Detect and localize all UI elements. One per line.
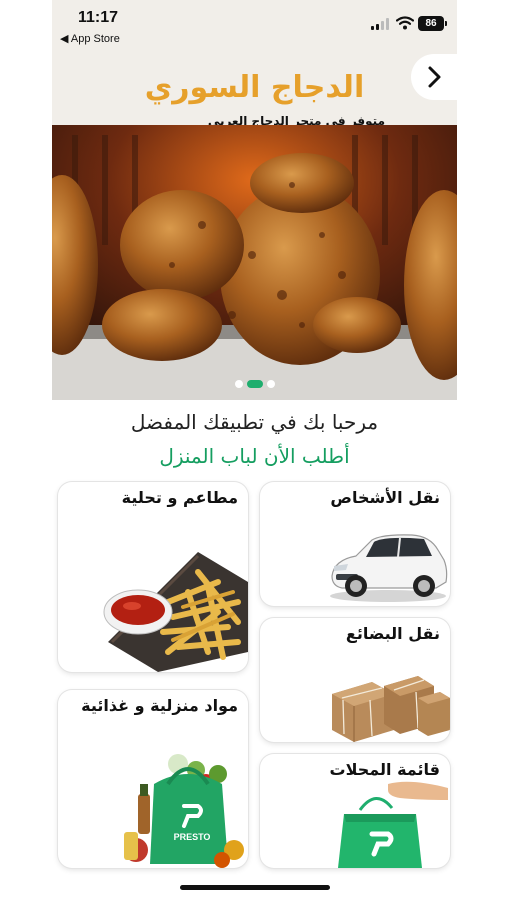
category-household-food[interactable]: مواد منزلية و غذائية PRESTO <box>58 690 248 868</box>
car-image <box>330 534 448 602</box>
category-goods-transport[interactable]: نقل البضائع <box>260 618 450 742</box>
shopping-bag-image <box>338 781 448 868</box>
category-stores-list[interactable]: قائمة المحلات <box>260 754 450 868</box>
grocery-bag-image: PRESTO <box>124 754 244 868</box>
welcome-heading: مرحبا بك في تطبيقك المفضل <box>130 410 379 434</box>
promo-banner[interactable]: الدجاج السوري متوفر في متجر الدجاج العرب… <box>52 52 457 400</box>
category-label: مواد منزلية و غذائية <box>81 696 238 715</box>
bag-brand-text: PRESTO <box>174 832 211 842</box>
category-people-transport[interactable]: نقل الأشخاص <box>260 482 450 606</box>
chevron-right-icon <box>428 66 441 88</box>
home-indicator[interactable] <box>180 885 330 890</box>
category-label: نقل الأشخاص <box>330 488 440 507</box>
welcome-subheading: أطلب الأن لباب المنزل <box>159 444 350 468</box>
fries-image <box>103 552 248 672</box>
category-label: قائمة المحلات <box>329 760 440 779</box>
category-label: نقل البضائع <box>345 624 440 643</box>
wifi-icon <box>396 16 414 30</box>
slider-pagination[interactable] <box>52 373 457 392</box>
slider-dot[interactable] <box>266 380 275 388</box>
status-bar: 11:17 ◀ App Store 86 <box>52 0 457 52</box>
banner-next-button[interactable] <box>411 54 457 100</box>
banner-title: الدجاج السوري <box>144 70 365 105</box>
status-time: 11:17 <box>78 9 119 26</box>
category-restaurants-desserts[interactable]: مطاعم و تحلية <box>58 482 248 672</box>
cellular-signal-icon <box>371 18 391 30</box>
banner-chicken-image <box>52 125 457 400</box>
slider-dot-active[interactable] <box>246 380 263 388</box>
category-label: مطاعم و تحلية <box>121 488 238 507</box>
battery-icon: 86 <box>418 16 447 31</box>
back-to-app-store-link[interactable]: ◀ App Store <box>60 32 120 45</box>
slider-dot[interactable] <box>234 380 243 388</box>
boxes-image <box>332 676 450 742</box>
app-screen: 11:17 ◀ App Store 86 الدجاج السوري متوفر… <box>52 0 457 900</box>
